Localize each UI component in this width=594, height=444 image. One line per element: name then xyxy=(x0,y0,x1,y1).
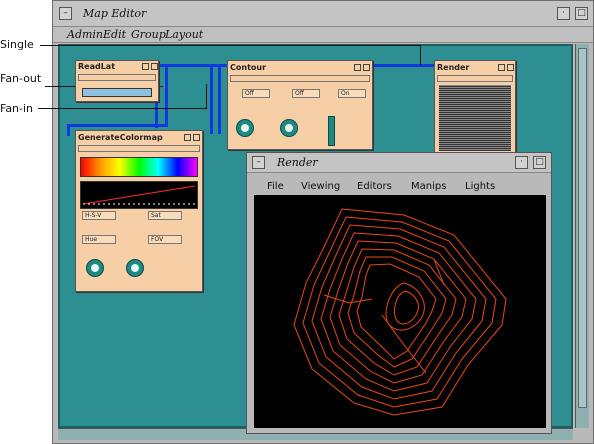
colormap-option-1[interactable]: H-S-V xyxy=(82,211,116,220)
render-window-menu-button[interactable]: – xyxy=(252,156,265,169)
menu-admin[interactable]: Admin xyxy=(67,28,103,41)
fanin-pointer xyxy=(38,108,206,109)
window-title: Map Editor xyxy=(83,7,147,20)
render-minimize-button[interactable]: · xyxy=(515,156,528,169)
module-readlat[interactable]: ReadLat xyxy=(75,60,159,102)
readlat-close-icon[interactable] xyxy=(142,63,149,70)
fanin-pointer-v xyxy=(206,84,207,109)
colormap-editor[interactable] xyxy=(80,181,198,209)
wire-fanin-b xyxy=(218,64,221,134)
title-bar[interactable]: – Map Editor · □ xyxy=(53,1,593,27)
vertical-scrollbar[interactable] xyxy=(575,44,589,428)
readlat-expand-icon[interactable] xyxy=(151,63,158,70)
render-menu-viewing[interactable]: Viewing xyxy=(301,181,340,192)
render-title-bar[interactable]: – Render · □ xyxy=(247,153,551,173)
module-generatecolormap[interactable]: GenerateColormap H-S-V Sat Hue FOV xyxy=(75,130,203,292)
render-module-title: Render xyxy=(437,63,470,72)
render-module-preview xyxy=(439,85,511,151)
module-render[interactable]: Render xyxy=(434,60,516,156)
colormap-option-2[interactable]: Sat xyxy=(148,211,182,220)
contour-dial-2[interactable] xyxy=(280,119,298,137)
contour-close-icon[interactable] xyxy=(354,64,361,71)
menu-layout[interactable]: Layout xyxy=(165,28,203,41)
colormap-curve xyxy=(82,185,196,205)
render-menu-manips[interactable]: Manips xyxy=(411,181,446,192)
contour-expand-icon[interactable] xyxy=(363,64,370,71)
menu-bar: Admin Edit Group Layout xyxy=(53,27,593,43)
colormap-dial-1[interactable] xyxy=(86,259,104,277)
readlat-file-button[interactable] xyxy=(82,88,152,97)
render-window-title: Render xyxy=(277,156,318,169)
render-menu-editors[interactable]: Editors xyxy=(357,181,392,192)
readlat-title: ReadLat xyxy=(78,62,116,71)
menu-edit[interactable]: Edit xyxy=(103,28,126,41)
callout-fan-out: Fan-out xyxy=(0,72,42,85)
colormap-close-icon[interactable] xyxy=(184,134,191,141)
colormap-expand-icon[interactable] xyxy=(193,134,200,141)
colormap-dial-2[interactable] xyxy=(126,259,144,277)
callout-fan-in: Fan-in xyxy=(0,102,34,115)
colormap-title: GenerateColormap xyxy=(78,133,163,142)
window-menu-button[interactable]: – xyxy=(59,7,72,20)
menu-group[interactable]: Group xyxy=(131,28,166,41)
contour-dial-1[interactable] xyxy=(236,119,254,137)
wire-to-colormap xyxy=(67,124,168,127)
render-module-close-icon[interactable] xyxy=(498,64,505,71)
colormap-port-bar[interactable] xyxy=(78,145,200,152)
render-module-expand-icon[interactable] xyxy=(507,64,514,71)
colormap-spectrum[interactable] xyxy=(80,157,198,177)
callout-single: Single xyxy=(0,38,34,51)
readlat-port-bar[interactable] xyxy=(78,74,156,81)
render-maximize-button[interactable]: □ xyxy=(533,156,546,169)
wire-colormap-drop xyxy=(67,124,70,136)
contour-option-1[interactable]: Off xyxy=(242,89,270,98)
contour-title: Contour xyxy=(230,63,267,72)
contour-surface xyxy=(293,208,507,416)
single-pointer-v xyxy=(420,45,421,65)
render-menu-file[interactable]: File xyxy=(267,181,284,192)
contour-option-2[interactable]: Off xyxy=(292,89,320,98)
wire-fanin-a xyxy=(210,64,213,134)
module-contour[interactable]: Contour Off Off On xyxy=(227,60,373,150)
render-viewport[interactable] xyxy=(254,195,546,428)
render-module-port-bar[interactable] xyxy=(437,75,513,82)
contour-port-bar[interactable] xyxy=(230,75,370,82)
contour-slider[interactable] xyxy=(328,116,335,146)
maximize-button[interactable]: □ xyxy=(575,7,588,20)
contour-option-3[interactable]: On xyxy=(338,89,366,98)
render-menu-lights[interactable]: Lights xyxy=(465,181,495,192)
minimize-button[interactable]: · xyxy=(557,7,570,20)
vertical-scroll-thumb[interactable] xyxy=(578,48,587,408)
single-pointer-h xyxy=(40,45,420,46)
colormap-option-3[interactable]: Hue xyxy=(82,235,116,244)
colormap-option-4[interactable]: FOV xyxy=(148,235,182,244)
wire-fanout-b xyxy=(165,64,168,124)
